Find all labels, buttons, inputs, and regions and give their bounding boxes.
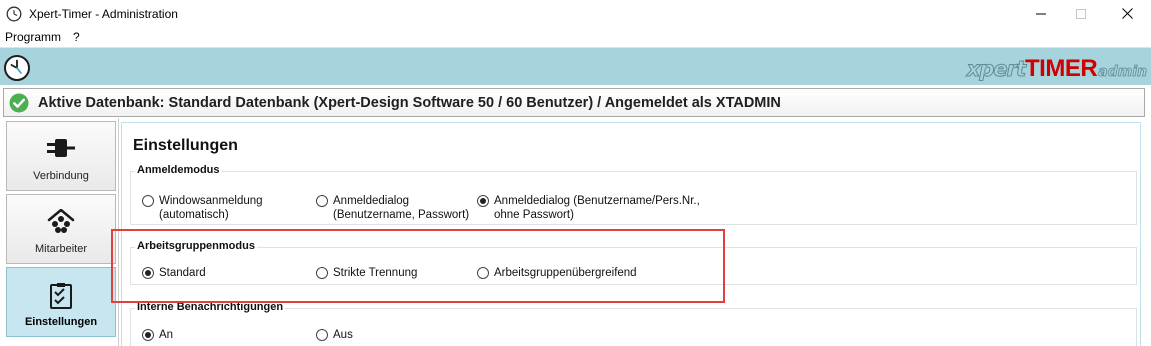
radio-anmeldedialog-ohne-passwort[interactable]: Anmeldedialog (Benutzername/Pers.Nr., oh… bbox=[477, 194, 700, 222]
clock-icon bbox=[3, 54, 31, 85]
radio-standard[interactable]: Standard bbox=[142, 266, 206, 280]
left-navigation: Verbindung Mitarbeiter Einstellungen bbox=[3, 118, 119, 346]
nav-einstellungen[interactable]: Einstellungen bbox=[6, 267, 116, 337]
group-anmeldemodus: Anmeldemodus Windowsanmeldung (automatis… bbox=[130, 164, 1137, 225]
radio-an[interactable]: An bbox=[142, 328, 173, 342]
check-circle-icon bbox=[9, 93, 29, 113]
minimize-icon bbox=[1036, 13, 1046, 14]
radio-aus[interactable]: Aus bbox=[316, 328, 353, 342]
clock-app-icon bbox=[6, 6, 22, 22]
radio-label: Standard bbox=[159, 267, 206, 279]
menu-help[interactable]: ? bbox=[67, 30, 86, 44]
brand-logo: xpert TIMER admin bbox=[966, 54, 1148, 82]
radio-indicator bbox=[316, 195, 328, 207]
radio-indicator bbox=[477, 195, 489, 207]
plug-icon bbox=[45, 136, 77, 163]
radio-anmeldedialog-passwort[interactable]: Anmeldedialog (Benutzername, Passwort) bbox=[316, 194, 469, 222]
active-database-text: Aktive Datenbank: Standard Datenbank (Xp… bbox=[38, 94, 781, 111]
radio-indicator bbox=[316, 329, 328, 341]
nav-verbindung[interactable]: Verbindung bbox=[6, 121, 116, 191]
settings-panel: Einstellungen Anmeldemodus Windowsanmeld… bbox=[121, 122, 1141, 346]
nav-mitarbeiter[interactable]: Mitarbeiter bbox=[6, 194, 116, 264]
maximize-icon bbox=[1076, 8, 1086, 19]
window-title: Xpert-Timer - Administration bbox=[29, 6, 178, 21]
people-icon bbox=[47, 208, 75, 238]
radio-indicator bbox=[142, 267, 154, 279]
radio-indicator bbox=[142, 329, 154, 341]
radio-windowsanmeldung[interactable]: Windowsanmeldung (automatisch) bbox=[142, 194, 263, 222]
group-title-anmeldemodus: Anmeldemodus bbox=[135, 164, 222, 176]
radio-label: Anmeldedialog (Benutzername/Pers.Nr., oh… bbox=[494, 195, 700, 221]
close-button[interactable] bbox=[1104, 0, 1150, 27]
maximize-button[interactable] bbox=[1058, 0, 1104, 27]
group-interne-benachrichtigungen: Interne Benachrichtigungen An Aus bbox=[130, 301, 1137, 346]
group-title-arbeitsgruppenmodus: Arbeitsgruppenmodus bbox=[135, 240, 257, 252]
menu-bar: Programm ? bbox=[0, 28, 1151, 46]
active-database-bar: Aktive Datenbank: Standard Datenbank (Xp… bbox=[3, 88, 1145, 117]
radio-strikte-trennung[interactable]: Strikte Trennung bbox=[316, 266, 417, 280]
radio-label: An bbox=[159, 329, 174, 341]
title-bar: Xpert-Timer - Administration bbox=[0, 0, 1151, 27]
brand-admin: admin bbox=[1098, 64, 1148, 81]
radio-indicator bbox=[142, 195, 154, 207]
radio-label: Arbeitsgruppenübergreifend bbox=[494, 267, 637, 279]
radio-indicator bbox=[477, 267, 489, 279]
nav-label-einstellungen: Einstellungen bbox=[24, 316, 98, 328]
radio-label: Windowsanmeldung (automatisch) bbox=[159, 195, 263, 221]
radio-label: Strikte Trennung bbox=[333, 267, 418, 279]
group-title-interne-benachrichtigungen: Interne Benachrichtigungen bbox=[135, 301, 286, 313]
brand-timer: TIMER bbox=[1025, 55, 1098, 82]
nav-label-mitarbeiter: Mitarbeiter bbox=[35, 243, 87, 255]
nav-label-verbindung: Verbindung bbox=[33, 170, 89, 182]
header-band: xpert TIMER admin bbox=[0, 47, 1151, 85]
page-title: Einstellungen bbox=[133, 137, 238, 154]
radio-arbeitsgruppenuebergreifend[interactable]: Arbeitsgruppenübergreifend bbox=[477, 266, 637, 280]
radio-indicator bbox=[316, 267, 328, 279]
radio-label: Aus bbox=[333, 329, 353, 341]
close-icon bbox=[1121, 8, 1133, 19]
radio-label: Anmeldedialog (Benutzername, Passwort) bbox=[333, 195, 470, 221]
menu-programm[interactable]: Programm bbox=[0, 30, 67, 44]
checklist-icon bbox=[49, 282, 73, 313]
group-arbeitsgruppenmodus: Arbeitsgruppenmodus Standard Strikte Tre… bbox=[130, 240, 1137, 285]
brand-xpert: xpert bbox=[966, 57, 1026, 82]
